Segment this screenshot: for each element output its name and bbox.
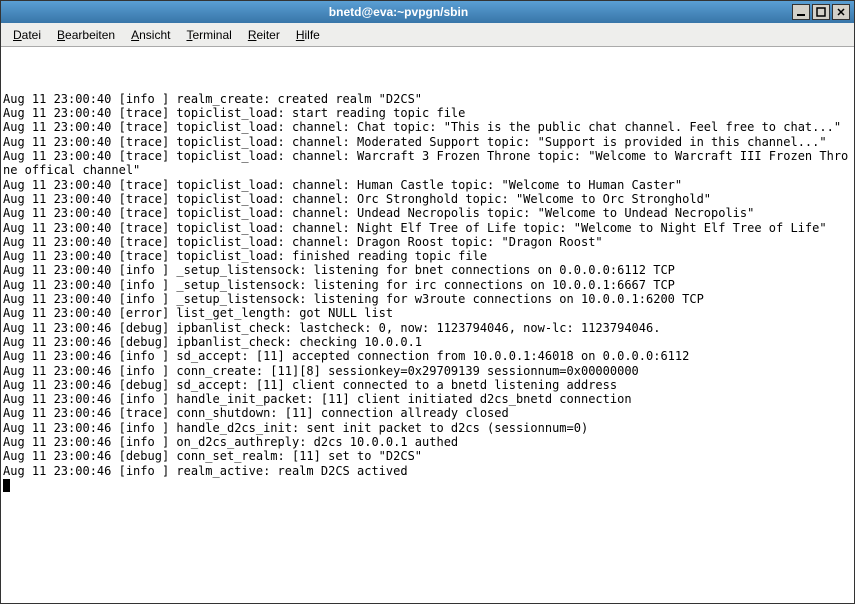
menubar: DateiBearbeitenAnsichtTerminal ReiterHilf… [1,23,854,47]
log-line: Aug 11 23:00:40 [trace] topiclist_load: … [3,149,852,178]
maximize-button[interactable] [812,4,830,20]
log-line: Aug 11 23:00:46 [info ] conn_create: [11… [3,364,852,378]
terminal-cursor [3,479,10,492]
log-line: Aug 11 23:00:46 [trace] conn_shutdown: [… [3,406,852,420]
minimize-button[interactable] [792,4,810,20]
log-line: Aug 11 23:00:40 [info ] realm_create: cr… [3,92,852,106]
log-line: Aug 11 23:00:40 [trace] topiclist_load: … [3,178,852,192]
log-line: Aug 11 23:00:40 [info ] _setup_listensoc… [3,263,852,277]
log-line: Aug 11 23:00:46 [info ] on_d2cs_authrepl… [3,435,852,449]
log-line: Aug 11 23:00:40 [trace] topiclist_load: … [3,249,852,263]
log-line: Aug 11 23:00:46 [debug] ipbanlist_check:… [3,335,852,349]
log-line: Aug 11 23:00:40 [trace] topiclist_load: … [3,235,852,249]
log-line: Aug 11 23:00:46 [debug] sd_accept: [11] … [3,378,852,392]
log-line: Aug 11 23:00:40 [trace] topiclist_load: … [3,206,852,220]
menu-datei[interactable]: Datei [7,26,47,44]
log-line: Aug 11 23:00:40 [error] list_get_length:… [3,306,852,320]
window-controls [792,4,850,20]
minimize-icon [796,7,806,17]
close-button[interactable] [832,4,850,20]
menu-reiter[interactable]: Reiter [242,26,286,44]
log-line: Aug 11 23:00:40 [trace] topiclist_load: … [3,106,852,120]
log-line: Aug 11 23:00:46 [info ] handle_d2cs_init… [3,421,852,435]
terminal-window: bnetd@eva:~pvpgn/sbin DateiBearbeitenAns… [0,0,855,604]
maximize-icon [816,7,826,17]
menu-terminal[interactable]: Terminal [180,26,237,44]
log-line: Aug 11 23:00:46 [info ] sd_accept: [11] … [3,349,852,363]
menu-hilfe[interactable]: Hilfe [290,26,326,44]
log-line: Aug 11 23:00:40 [info ] _setup_listensoc… [3,278,852,292]
log-line: Aug 11 23:00:46 [debug] conn_set_realm: … [3,449,852,463]
close-icon [836,7,846,17]
log-line: Aug 11 23:00:40 [info ] _setup_listensoc… [3,292,852,306]
log-line: Aug 11 23:00:40 [trace] topiclist_load: … [3,135,852,149]
menu-bearbeiten[interactable]: Bearbeiten [51,26,121,44]
log-line: Aug 11 23:00:40 [trace] topiclist_load: … [3,221,852,235]
log-line: Aug 11 23:00:40 [trace] topiclist_load: … [3,192,852,206]
menu-ansicht[interactable]: Ansicht [125,26,176,44]
window-title: bnetd@eva:~pvpgn/sbin [5,5,792,19]
terminal-output[interactable]: Aug 11 23:00:40 [info ] realm_create: cr… [1,47,854,603]
log-line: Aug 11 23:00:40 [trace] topiclist_load: … [3,120,852,134]
log-line: Aug 11 23:00:46 [info ] handle_init_pack… [3,392,852,406]
log-line: Aug 11 23:00:46 [debug] ipbanlist_check:… [3,321,852,335]
log-line: Aug 11 23:00:46 [info ] realm_active: re… [3,464,852,478]
titlebar: bnetd@eva:~pvpgn/sbin [1,1,854,23]
